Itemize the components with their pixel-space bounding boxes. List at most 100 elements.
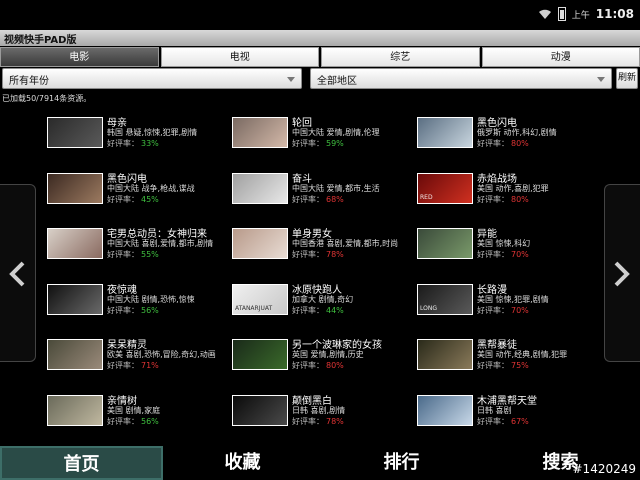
movie-item[interactable]: 呆呆精灵 欧美 喜剧,恐怖,冒险,奇幻,动画 好评率： 71% — [47, 339, 227, 389]
filter-bar: 所有年份 全部地区 刷新 — [0, 68, 640, 90]
bottom-nav: 首页 收藏 排行 搜索 — [0, 446, 640, 480]
movie-meta: 日韩 喜剧,剧情 — [292, 406, 346, 415]
movie-poster[interactable] — [47, 395, 103, 426]
movie-item[interactable]: LONG 长路漫 美国 惊悚,犯罪,剧情 好评率： 70% — [417, 284, 597, 334]
movie-item[interactable]: 黑色闪电 中国大陆 战争,枪战,谍战 好评率： 45% — [47, 173, 227, 223]
movie-rating: 好评率： 44% — [292, 305, 344, 316]
movie-poster[interactable]: RED — [417, 173, 473, 204]
refresh-button[interactable]: 刷新 — [616, 68, 638, 89]
nav-ranking[interactable]: 排行 — [322, 446, 481, 480]
movie-item[interactable]: ATANARJUAT 冰原快跑人 加拿大 剧情,奇幻 好评率： 44% — [232, 284, 412, 334]
movie-item[interactable]: 异能 美国 惊悚,科幻 好评率： 70% — [417, 228, 597, 278]
movie-item[interactable]: 单身男女 中国香港 喜剧,爱情,都市,时尚 好评率： 78% — [232, 228, 412, 278]
status-ampm: 上午 — [571, 10, 590, 21]
movie-poster[interactable]: LONG — [417, 284, 473, 315]
tab-tv[interactable]: 电视 — [160, 47, 319, 67]
rating-label: 好评率： — [107, 361, 139, 370]
region-select[interactable]: 全部地区 — [310, 68, 612, 89]
movie-poster[interactable] — [232, 339, 288, 370]
movie-meta: 中国大陆 战争,枪战,谍战 — [107, 184, 195, 193]
movie-meta: 美国 剧情,家庭 — [107, 406, 161, 415]
poster-text: LONG — [420, 305, 437, 312]
movie-item[interactable]: 夜惊魂 中国大陆 剧情,恐怖,惊悚 好评率： 56% — [47, 284, 227, 334]
movie-poster[interactable] — [417, 339, 473, 370]
movie-poster[interactable] — [417, 395, 473, 426]
watermark-text: #1420249 — [572, 462, 637, 476]
rating-score: 75% — [511, 361, 529, 370]
movie-item[interactable]: 黑帮暴徒 美国 动作,经典,剧情,犯罪 好评率： 75% — [417, 339, 597, 389]
rating-label: 好评率： — [292, 306, 324, 315]
nav-favorites[interactable]: 收藏 — [163, 446, 322, 480]
rating-score: 56% — [141, 306, 159, 315]
year-select[interactable]: 所有年份 — [2, 68, 302, 89]
movie-poster[interactable] — [232, 395, 288, 426]
movie-rating: 好评率： 80% — [477, 194, 529, 205]
movie-meta: 中国香港 喜剧,爱情,都市,时尚 — [292, 239, 399, 248]
rating-label: 好评率： — [477, 195, 509, 204]
movie-rating: 好评率： 68% — [292, 194, 344, 205]
movie-item[interactable]: 奋斗 中国大陆 爱情,都市,生活 好评率： 68% — [232, 173, 412, 223]
movie-item[interactable]: RED 赤焰战场 美国 动作,喜剧,犯罪 好评率： 80% — [417, 173, 597, 223]
movie-meta: 美国 动作,经典,剧情,犯罪 — [477, 350, 568, 359]
movie-meta: 英国 爱情,剧情,历史 — [292, 350, 364, 359]
movie-meta: 中国大陆 喜剧,爱情,都市,剧情 — [107, 239, 214, 248]
movie-poster[interactable] — [47, 117, 103, 148]
movie-poster[interactable] — [47, 284, 103, 315]
prev-page-button[interactable] — [0, 184, 36, 362]
movie-rating: 好评率： 70% — [477, 249, 529, 260]
movie-item[interactable]: 轮回 中国大陆 爱情,剧情,伦理 好评率： 59% — [232, 117, 412, 167]
tab-anime[interactable]: 动漫 — [481, 47, 640, 67]
rating-label: 好评率： — [477, 139, 509, 148]
rating-score: 55% — [141, 250, 159, 259]
movie-meta: 韩国 悬疑,惊悚,犯罪,剧情 — [107, 128, 198, 137]
status-indicators: 上午 11:08 — [538, 7, 634, 21]
movie-meta: 俄罗斯 动作,科幻,剧情 — [477, 128, 557, 137]
poster-text: RED — [420, 194, 433, 201]
movie-poster[interactable] — [47, 339, 103, 370]
movie-item[interactable]: 宅男总动员：女神归来 中国大陆 喜剧,爱情,都市,剧情 好评率： 55% — [47, 228, 227, 278]
movie-rating: 好评率： 80% — [477, 138, 529, 149]
movie-meta: 中国大陆 爱情,剧情,伦理 — [292, 128, 380, 137]
status-bar: 上午 11:08 — [0, 0, 640, 30]
rating-label: 好评率： — [107, 417, 139, 426]
movie-item[interactable]: 另一个波琳家的女孩 英国 爱情,剧情,历史 好评率： 80% — [232, 339, 412, 389]
movie-rating: 好评率： 71% — [107, 360, 159, 371]
movie-rating: 好评率： 56% — [107, 416, 159, 427]
movie-poster[interactable] — [417, 117, 473, 148]
movie-poster[interactable] — [47, 173, 103, 204]
movie-poster[interactable] — [232, 117, 288, 148]
rating-label: 好评率： — [107, 139, 139, 148]
rating-label: 好评率： — [292, 195, 324, 204]
movie-item[interactable]: 颠倒黑白 日韩 喜剧,剧情 好评率： 78% — [232, 395, 412, 445]
movie-poster[interactable]: ATANARJUAT — [232, 284, 288, 315]
movie-poster[interactable] — [232, 228, 288, 259]
movie-rating: 好评率： 45% — [107, 194, 159, 205]
rating-label: 好评率： — [107, 195, 139, 204]
movie-rating: 好评率： 70% — [477, 305, 529, 316]
tab-variety[interactable]: 综艺 — [321, 47, 480, 67]
rating-score: 78% — [326, 417, 344, 426]
wifi-icon — [538, 8, 552, 20]
rating-label: 好评率： — [107, 250, 139, 259]
movie-rating: 好评率： 56% — [107, 305, 159, 316]
chevron-right-icon — [614, 261, 630, 287]
tab-movies[interactable]: 电影 — [0, 47, 159, 67]
rating-label: 好评率： — [477, 361, 509, 370]
movie-item[interactable]: 黑色闪电 俄罗斯 动作,科幻,剧情 好评率： 80% — [417, 117, 597, 167]
app-title: 视频快手PAD版 — [4, 35, 77, 46]
next-page-button[interactable] — [604, 184, 640, 362]
rating-score: 78% — [326, 250, 344, 259]
movie-poster[interactable] — [417, 228, 473, 259]
category-tabs: 电影 电视 综艺 动漫 — [0, 47, 640, 67]
movie-item[interactable]: 母亲 韩国 悬疑,惊悚,犯罪,剧情 好评率： 33% — [47, 117, 227, 167]
nav-home[interactable]: 首页 — [0, 446, 163, 480]
rating-label: 好评率： — [477, 306, 509, 315]
movie-item[interactable]: 亲情树 美国 剧情,家庭 好评率： 56% — [47, 395, 227, 445]
movie-poster[interactable] — [232, 173, 288, 204]
movie-item[interactable]: 木浦黑帮天堂 日韩 喜剧 好评率： 67% — [417, 395, 597, 445]
movie-poster[interactable] — [47, 228, 103, 259]
movie-rating: 好评率： 78% — [292, 249, 344, 260]
movie-rating: 好评率： 78% — [292, 416, 344, 427]
movie-rating: 好评率： 75% — [477, 360, 529, 371]
status-time: 11:08 — [595, 7, 634, 21]
